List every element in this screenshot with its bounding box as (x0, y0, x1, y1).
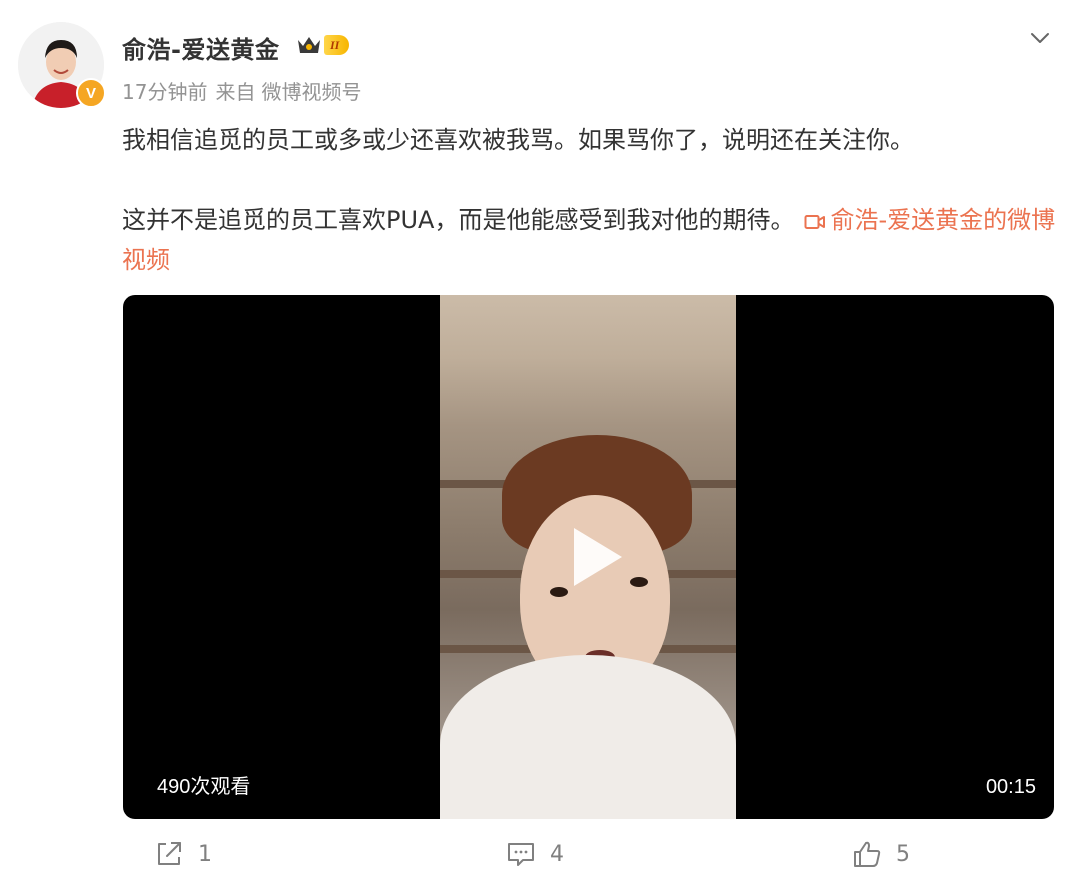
source-prefix: 来自 (215, 80, 256, 104)
video-player[interactable]: 490次观看 00:15 (123, 295, 1054, 819)
view-count: 490次观看 (157, 776, 251, 798)
post-time[interactable]: 17分钟前 (122, 80, 207, 104)
play-icon[interactable] (560, 522, 630, 592)
like-button[interactable]: 5 (852, 838, 910, 870)
member-badge[interactable]: II (296, 34, 350, 56)
post-paragraph: 我相信追觅的员工或多或少还喜欢被我骂。如果骂你了，说明还在关注你。 (122, 126, 914, 154)
repost-button[interactable]: 1 (154, 838, 212, 870)
avatar[interactable]: V (18, 22, 106, 108)
verified-badge: V (76, 78, 106, 108)
author-name[interactable]: 俞浩-爱送黄金 (122, 30, 279, 65)
level-badge: II (324, 35, 350, 55)
post-content: 我相信追觅的员工或多或少还喜欢被我骂。如果骂你了，说明还在关注你。 这并不是追觅… (122, 120, 1058, 280)
weibo-post: V 俞浩-爱送黄金 II 17分钟前 来自 微博视频号 我相信追觅的员工或多或少还喜… (0, 0, 1080, 884)
comment-icon (508, 843, 534, 866)
post-paragraph-text: 这并不是追觅的员工喜欢PUA，而是他能感受到我对他的期待。 (122, 206, 795, 234)
more-menu-button[interactable] (1028, 26, 1052, 50)
thumbs-up-icon (854, 841, 881, 867)
video-camera-icon (804, 215, 826, 229)
video-duration: 00:15 (985, 776, 1036, 798)
like-count: 5 (896, 841, 910, 867)
post-source[interactable]: 微博视频号 (261, 80, 361, 104)
crown-icon (298, 37, 320, 53)
comment-button[interactable]: 4 (506, 838, 564, 870)
share-icon (158, 842, 181, 865)
post-paragraph: 这并不是追觅的员工喜欢PUA，而是他能感受到我对他的期待。 俞浩-爱送黄金的微博视… (122, 200, 1058, 280)
comment-count: 4 (550, 841, 564, 867)
repost-count: 1 (198, 841, 212, 867)
post-meta: 17分钟前 来自 微博视频号 (122, 76, 369, 105)
chevron-down-icon (1031, 33, 1049, 43)
